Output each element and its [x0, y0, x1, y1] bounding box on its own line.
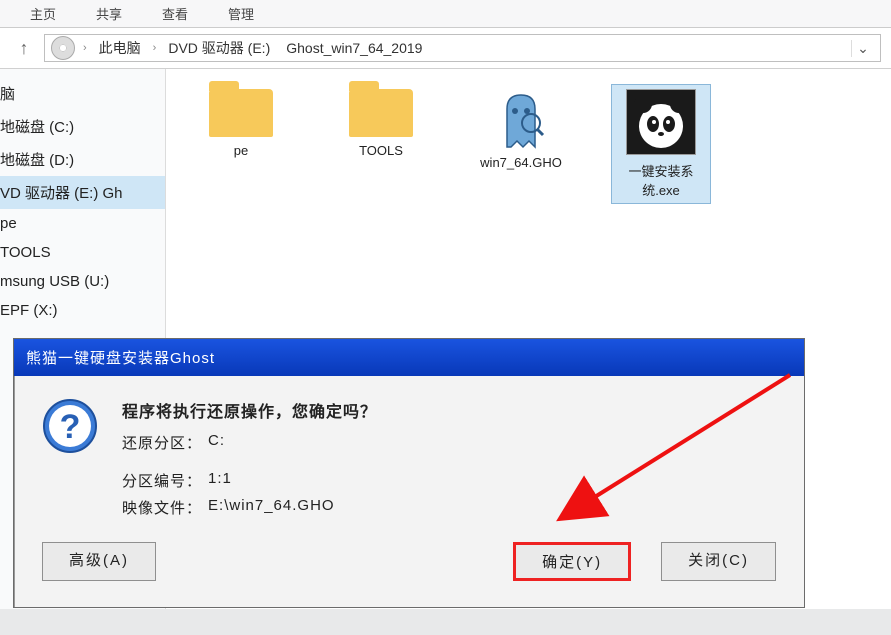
ghost-icon: [497, 89, 545, 149]
sidebar-item[interactable]: EPF (X:): [0, 296, 165, 325]
chevron-right-icon: ›: [83, 42, 87, 54]
dialog-title: 熊猫一键硬盘安装器Ghost: [14, 339, 804, 376]
advanced-button[interactable]: 高级(A): [42, 542, 156, 581]
crumb-this-pc[interactable]: 此电脑: [95, 36, 145, 60]
image-label: 映像文件：: [122, 497, 202, 518]
question-icon: ?: [42, 398, 98, 454]
sidebar-item-selected[interactable]: VD 驱动器 (E:) Gh: [0, 176, 165, 209]
address-bar: ↑ › 此电脑 › DVD 驱动器 (E:) Ghost_win7_64_201…: [0, 28, 891, 69]
file-item-folder[interactable]: pe: [196, 89, 286, 158]
partno-value: 1:1: [208, 470, 232, 491]
sidebar-item[interactable]: pe: [0, 209, 165, 238]
sidebar-item[interactable]: 地磁盘 (C:): [0, 110, 165, 143]
sidebar-item[interactable]: 地磁盘 (D:): [0, 143, 165, 176]
partition-label: 还原分区：: [122, 432, 202, 453]
folder-icon: [349, 89, 413, 137]
menu-bar: 主页 共享 查看 管理: [0, 0, 891, 28]
sidebar-item[interactable]: 脑: [0, 77, 165, 110]
sidebar-item[interactable]: msung USB (U:): [0, 267, 165, 296]
file-item-gho[interactable]: win7_64.GHO: [476, 89, 566, 170]
address-field[interactable]: › 此电脑 › DVD 驱动器 (E:) Ghost_win7_64_2019 …: [44, 34, 881, 62]
menu-manage[interactable]: 管理: [228, 4, 254, 23]
file-label: 一键安装系统.exe: [616, 161, 706, 199]
nav-up-icon[interactable]: ↑: [10, 34, 38, 62]
file-item-exe-selected[interactable]: 一键安装系统.exe: [612, 85, 710, 203]
dialog: 熊猫一键硬盘安装器Ghost ? 程序将执行还原操作，您确定吗？ 还原分区： C…: [13, 338, 805, 608]
folder-icon: [209, 89, 273, 137]
sidebar-item[interactable]: TOOLS: [0, 238, 165, 267]
menu-view[interactable]: 查看: [162, 4, 188, 23]
file-item-folder[interactable]: TOOLS: [336, 89, 426, 158]
svg-text:?: ?: [60, 408, 81, 446]
menu-home[interactable]: 主页: [30, 4, 56, 23]
dropdown-icon[interactable]: ⌄: [851, 40, 874, 57]
file-label: TOOLS: [336, 143, 426, 158]
partno-label: 分区编号：: [122, 470, 202, 491]
file-label: win7_64.GHO: [476, 155, 566, 170]
ok-button[interactable]: 确定(Y): [513, 542, 631, 581]
menu-share[interactable]: 共享: [96, 4, 122, 23]
image-value: E:\win7_64.GHO: [208, 497, 335, 518]
crumb-folder[interactable]: Ghost_win7_64_2019: [282, 38, 426, 58]
dialog-text: 程序将执行还原操作，您确定吗？: [122, 398, 776, 422]
file-label: pe: [196, 143, 286, 158]
chevron-right-icon: ›: [153, 42, 157, 54]
disc-icon: [51, 36, 75, 60]
dialog-message: 程序将执行还原操作，您确定吗？ 还原分区： C: 分区编号： 1:1 映像文件：…: [122, 398, 776, 524]
crumb-drive[interactable]: DVD 驱动器 (E:): [164, 36, 274, 60]
partition-value: C:: [208, 432, 225, 453]
close-button[interactable]: 关闭(C): [661, 542, 776, 581]
panda-icon: [626, 89, 696, 155]
